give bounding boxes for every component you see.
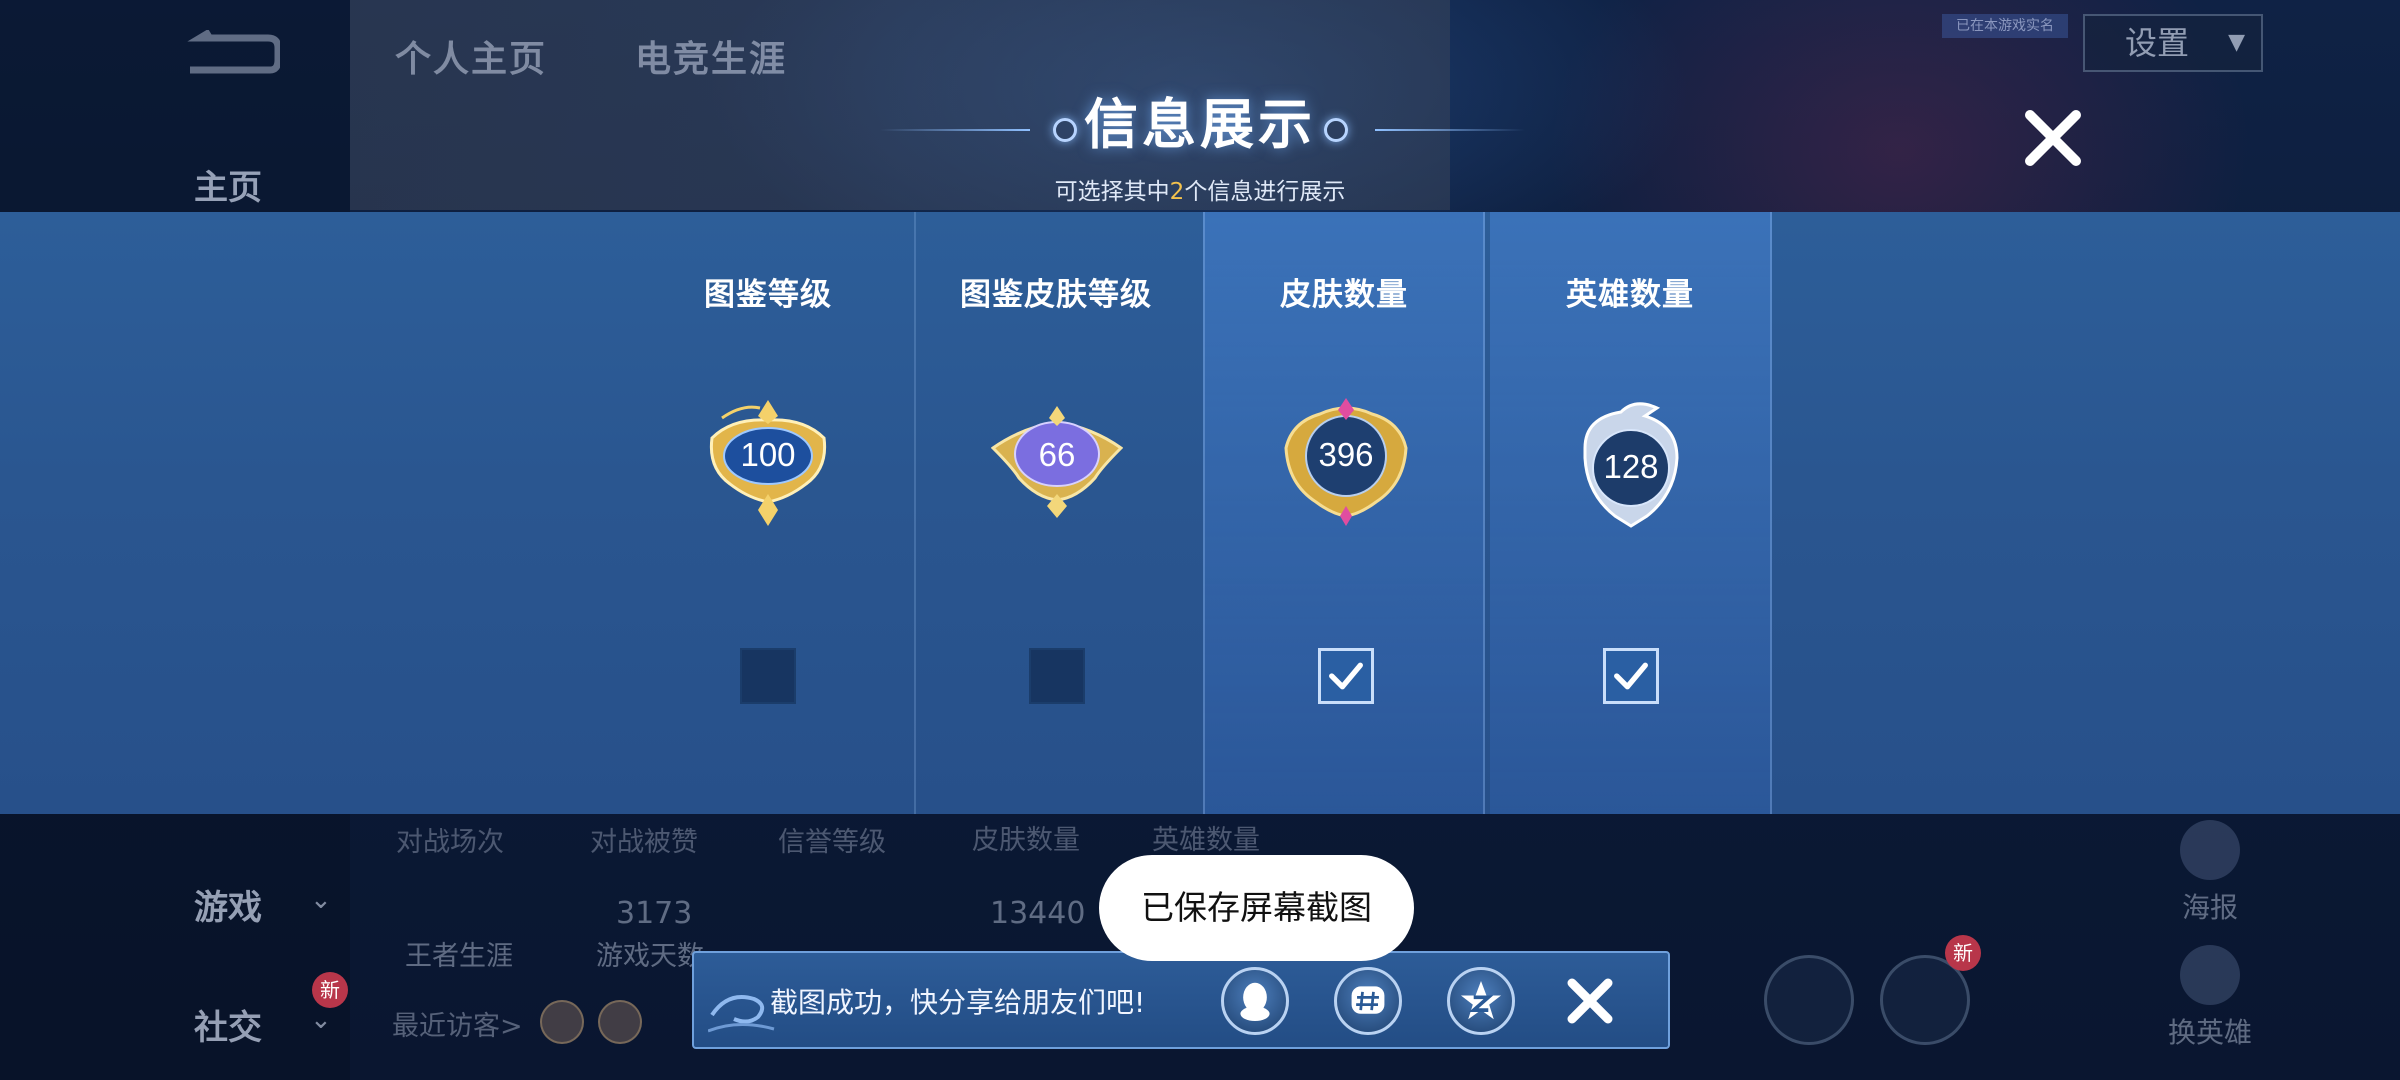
share-message: 截图成功，快分享给朋友们吧! [770, 986, 1146, 1019]
game-days-label: 游戏天数 [596, 941, 704, 972]
checkmark-icon [1329, 662, 1363, 690]
settings-button[interactable]: 设置 ▼ [2083, 14, 2263, 72]
swirl-icon [707, 971, 778, 1041]
poster-button[interactable]: 海报 [2155, 820, 2265, 926]
avatar[interactable] [540, 1000, 584, 1044]
option-hero-count[interactable]: 英雄数量 128 [1490, 212, 1772, 814]
hero-icon [2180, 945, 2240, 1005]
poster-label: 海报 [2181, 891, 2238, 924]
modal-subtitle: 可选择其中2个信息进行展示 [900, 172, 1500, 206]
chevron-down-icon: ▼ [2228, 30, 2245, 55]
subtitle-count: 2 [1169, 179, 1185, 205]
stat-label: 对战被赞 [590, 827, 698, 858]
qzone-icon[interactable] [1447, 967, 1515, 1035]
option-skin-collection-level[interactable]: 图鉴皮肤等级 66 [914, 212, 1196, 814]
avatar[interactable] [598, 1000, 642, 1044]
sidebar-item-home[interactable]: 主页 [194, 160, 262, 209]
subtitle-text: 可选择其中 [1054, 179, 1170, 205]
info-display-panel [0, 212, 2400, 814]
new-badge: 新 [312, 972, 348, 1008]
option-checkbox[interactable] [740, 648, 796, 704]
gold-crest-icon: 100 [702, 398, 834, 528]
checkmark-icon [1614, 662, 1648, 690]
recent-visitors-link[interactable]: 最近访客> [392, 1004, 523, 1043]
settings-label: 设置 [2125, 24, 2190, 62]
tab-personal-home[interactable]: 个人主页 [395, 30, 547, 82]
skin-crest-icon: 396 [1280, 398, 1412, 528]
option-label: 皮肤数量 [1280, 277, 1408, 313]
stat-label: 皮肤数量 [972, 825, 1080, 856]
option-checkbox[interactable] [1603, 648, 1659, 704]
modal-title-wrap: 信息展示 [900, 80, 1500, 159]
sidebar-item-social[interactable]: 社交 [194, 1000, 262, 1049]
stat-label: 信誉等级 [778, 827, 886, 858]
chevron-down-icon: ⌄ [310, 885, 332, 915]
option-value: 128 [1603, 448, 1659, 485]
close-icon[interactable] [1562, 973, 1618, 1029]
stat-label: 对战场次 [396, 827, 504, 858]
tab-esports-career[interactable]: 电竞生涯 [635, 30, 787, 82]
stat-value: 13440 [990, 896, 1086, 931]
screenshot-share-bar: 截图成功，快分享给朋友们吧! [692, 951, 1670, 1049]
close-icon[interactable] [2018, 103, 2088, 173]
option-collection-level[interactable]: 图鉴等级 100 [627, 212, 909, 814]
back-arrow-icon[interactable] [180, 28, 282, 85]
change-hero-button[interactable]: 换英雄 [2155, 945, 2265, 1051]
sidebar-item-game[interactable]: 游戏 [194, 880, 262, 929]
option-value: 396 [1318, 436, 1374, 473]
option-label: 图鉴皮肤等级 [960, 277, 1152, 313]
qq-icon[interactable] [1221, 967, 1289, 1035]
moments-icon[interactable] [1334, 967, 1402, 1035]
purple-crest-icon: 66 [990, 398, 1124, 528]
option-value: 100 [740, 436, 796, 473]
chevron-down-icon: ⌄ [310, 1005, 332, 1035]
emote-button[interactable] [1764, 955, 1854, 1045]
screenshot-saved-toast: 已保存屏幕截图 [1099, 855, 1414, 961]
option-label: 图鉴等级 [704, 277, 832, 313]
option-value: 66 [1038, 436, 1076, 473]
new-badge: 新 [1945, 935, 1981, 971]
option-label: 英雄数量 [1566, 277, 1694, 313]
stat-label: 英雄数量 [1152, 825, 1260, 856]
career-label: 王者生涯 [405, 941, 513, 972]
option-checkbox[interactable] [1318, 648, 1374, 704]
subtitle-text: 个信息进行展示 [1184, 179, 1346, 205]
change-hero-label: 换英雄 [2167, 1016, 2252, 1049]
option-checkbox[interactable] [1029, 648, 1085, 704]
stat-value: 3173 [616, 896, 693, 931]
hero-crest-icon: 128 [1565, 398, 1697, 528]
poster-icon [2180, 820, 2240, 880]
realname-badge: 已在本游戏实名 [1942, 14, 2068, 38]
modal-title: 信息展示 [1084, 93, 1316, 156]
option-skin-count[interactable]: 皮肤数量 396 [1203, 212, 1485, 814]
